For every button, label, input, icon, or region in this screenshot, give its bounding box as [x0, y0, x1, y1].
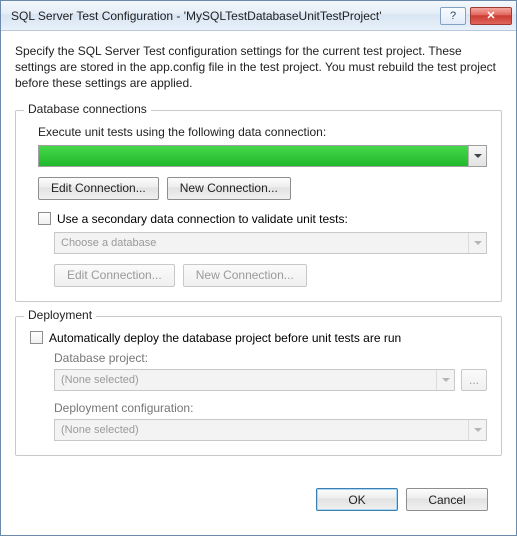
deployment-config-combo: (None selected)	[54, 419, 487, 441]
auto-deploy-checkbox[interactable]	[30, 331, 43, 344]
browse-project-button: ...	[461, 369, 487, 391]
database-project-combo: (None selected)	[54, 369, 455, 391]
deployment-config-row: (None selected)	[54, 419, 487, 441]
database-connections-group: Database connections Execute unit tests …	[15, 110, 502, 302]
secondary-connection-check-label: Use a secondary data connection to valid…	[57, 212, 348, 226]
intro-text: Specify the SQL Server Test configuratio…	[15, 43, 502, 92]
database-connections-legend: Database connections	[24, 102, 151, 116]
auto-deploy-checkrow: Automatically deploy the database projec…	[30, 331, 487, 345]
new-connection-button[interactable]: New Connection...	[167, 177, 291, 200]
ok-button[interactable]: OK	[316, 488, 398, 511]
cancel-button[interactable]: Cancel	[406, 488, 488, 511]
database-project-row: (None selected) ...	[54, 369, 487, 391]
deployment-config-label: Deployment configuration:	[54, 401, 487, 415]
window-title: SQL Server Test Configuration - 'MySQLTe…	[11, 9, 440, 23]
close-icon: ✕	[486, 9, 495, 22]
chevron-down-icon	[474, 154, 482, 158]
database-project-dropdown-button	[436, 370, 454, 390]
titlebar: SQL Server Test Configuration - 'MySQLTe…	[1, 1, 516, 31]
secondary-connection-value: Choose a database	[55, 233, 468, 253]
primary-connection-value	[39, 146, 468, 166]
close-button[interactable]: ✕	[470, 7, 512, 25]
help-icon: ?	[450, 10, 456, 22]
deployment-config-value: (None selected)	[55, 420, 468, 440]
secondary-connection-buttons: Edit Connection... New Connection...	[54, 264, 487, 287]
secondary-connection-checkrow: Use a secondary data connection to valid…	[38, 212, 487, 226]
deployment-group: Deployment Automatically deploy the data…	[15, 316, 502, 456]
titlebar-buttons: ? ✕	[440, 7, 512, 25]
edit-connection-button[interactable]: Edit Connection...	[38, 177, 159, 200]
deployment-legend: Deployment	[24, 308, 96, 322]
secondary-new-connection-button: New Connection...	[183, 264, 307, 287]
primary-connection-combo[interactable]	[38, 145, 487, 167]
secondary-connection-checkbox[interactable]	[38, 212, 51, 225]
primary-connection-dropdown-button[interactable]	[468, 146, 486, 166]
dialog-content: Specify the SQL Server Test configuratio…	[1, 31, 516, 535]
auto-deploy-check-label: Automatically deploy the database projec…	[49, 331, 401, 345]
help-button[interactable]: ?	[440, 7, 466, 25]
secondary-connection-section: Choose a database Edit Connection... New…	[54, 232, 487, 287]
primary-connection-buttons: Edit Connection... New Connection...	[38, 177, 487, 200]
dialog-footer: OK Cancel	[15, 478, 502, 525]
secondary-edit-connection-button: Edit Connection...	[54, 264, 175, 287]
chevron-down-icon	[474, 428, 482, 432]
chevron-down-icon	[442, 378, 450, 382]
secondary-connection-combo: Choose a database	[54, 232, 487, 254]
deployment-config-dropdown-button	[468, 420, 486, 440]
secondary-connection-dropdown-button	[468, 233, 486, 253]
chevron-down-icon	[474, 241, 482, 245]
dialog-window: SQL Server Test Configuration - 'MySQLTe…	[0, 0, 517, 536]
database-project-label: Database project:	[54, 351, 487, 365]
database-project-value: (None selected)	[55, 370, 436, 390]
primary-connection-label: Execute unit tests using the following d…	[38, 125, 487, 139]
